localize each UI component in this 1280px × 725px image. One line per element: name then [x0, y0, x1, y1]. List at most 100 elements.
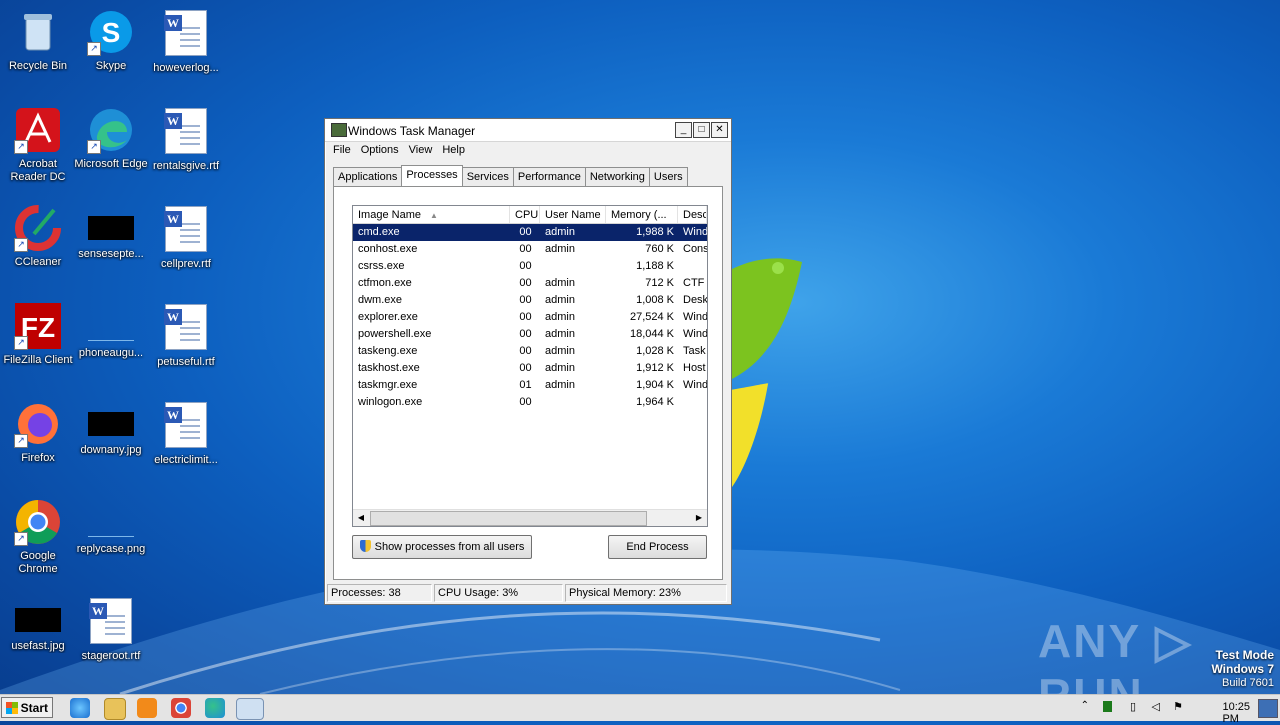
tab-performance[interactable]: Performance: [512, 167, 586, 186]
start-button[interactable]: Start: [1, 697, 53, 718]
process-name-cell: powershell.exe: [358, 328, 432, 340]
memory-cell: 18,044 K: [629, 328, 674, 340]
tray-app-icon[interactable]: [1103, 701, 1112, 712]
build-label: Build 7601: [1222, 677, 1274, 689]
clock[interactable]: 10:25 PM: [1222, 701, 1250, 725]
column-header-cpu[interactable]: CPU: [510, 206, 540, 223]
table-row[interactable]: dwm.exe 00 admin 1,008 K Desk: [353, 292, 707, 309]
maximize-button[interactable]: □: [693, 122, 710, 138]
table-row[interactable]: csrss.exe 00 1,188 K: [353, 258, 707, 275]
column-header-user-name[interactable]: User Name: [540, 206, 606, 223]
tab-services[interactable]: Services: [461, 167, 514, 186]
cpu-cell: 00: [519, 396, 532, 408]
desktop-icon-acrobat[interactable]: ↗ Acrobat Reader DC: [0, 106, 76, 184]
black-thumbnail-icon: [15, 608, 61, 632]
recycle-bin-icon: [24, 14, 52, 51]
column-header-memory[interactable]: Memory (...: [606, 206, 678, 223]
table-row[interactable]: ctfmon.exe 00 admin 712 K CTF I: [353, 275, 707, 292]
memory-cell: 1,904 K: [636, 379, 674, 391]
desktop-icon-label: usefast.jpg: [11, 640, 65, 652]
tab-networking[interactable]: Networking: [584, 167, 650, 186]
media-player-icon[interactable]: [137, 698, 157, 718]
column-header-image-name[interactable]: Image Name ▲: [353, 206, 510, 223]
edge-icon[interactable]: [205, 698, 225, 718]
table-row[interactable]: taskeng.exe 00 admin 1,028 K Task: [353, 343, 707, 360]
table-row[interactable]: conhost.exe 00 admin 760 K Cons: [353, 241, 707, 258]
column-header-description[interactable]: Desc: [678, 206, 707, 223]
table-row[interactable]: explorer.exe 00 admin 27,524 K Wind: [353, 309, 707, 326]
scroll-left-arrow-icon[interactable]: ◀: [353, 510, 369, 526]
tab-processes[interactable]: Processes: [401, 165, 463, 186]
internet-explorer-icon[interactable]: [70, 698, 90, 718]
network-icon[interactable]: ▯: [1130, 700, 1136, 713]
desktop-icon-label: Reader DC: [10, 171, 66, 183]
desktop-icon-chrome[interactable]: ↗ Google Chrome: [0, 498, 76, 576]
desktop-icon-replycase[interactable]: replycase.png: [73, 498, 149, 556]
show-all-users-button[interactable]: Show processes from all users: [352, 535, 532, 559]
chrome-icon[interactable]: [171, 698, 191, 718]
desktop-icon-stageroot[interactable]: W stageroot.rtf: [73, 596, 149, 663]
table-row[interactable]: cmd.exe 00 admin 1,988 K Wind: [353, 224, 707, 241]
tab-strip: Applications Processes Services Performance…: [333, 165, 688, 188]
desktop-icon-sensesepte[interactable]: sensesepte...: [73, 204, 149, 261]
task-manager-icon[interactable]: [236, 698, 264, 720]
desktop-icon-firefox[interactable]: ↗ Firefox: [0, 400, 76, 465]
desktop-icon-skype[interactable]: S ↗ Skype: [73, 8, 149, 73]
word-document-icon: W: [164, 206, 207, 252]
end-process-button[interactable]: End Process: [608, 535, 707, 559]
shortcut-arrow-icon: ↗: [87, 140, 101, 154]
process-list[interactable]: Image Name ▲ CPU User Name Memory (... D…: [352, 205, 708, 527]
test-mode-watermark: Test Mode Windows 7 Build 7601: [1211, 648, 1274, 690]
status-bar: Processes: 38 CPU Usage: 3% Physical Mem…: [327, 584, 729, 602]
desktop-icon-label: Recycle Bin: [8, 60, 68, 72]
desktop-icon-downany[interactable]: downany.jpg: [73, 400, 149, 457]
menu-help[interactable]: Help: [438, 142, 471, 156]
table-row[interactable]: powershell.exe 00 admin 18,044 K Wind: [353, 326, 707, 343]
status-cpu: CPU Usage: 3%: [434, 584, 563, 602]
tab-users[interactable]: Users: [648, 167, 688, 186]
menu-file[interactable]: File: [329, 142, 357, 156]
scrollbar-thumb[interactable]: [370, 511, 647, 526]
desktop-icon-howeverlog[interactable]: W howeverlog...: [148, 8, 224, 75]
desktop-icon-label: CCleaner: [14, 256, 62, 268]
user-name-cell: admin: [545, 379, 575, 391]
taskbar: Start ⌃ ▯ ◁ ⚑ 10:25 PM: [0, 694, 1280, 725]
desktop-icon-usefast[interactable]: usefast.jpg: [0, 596, 76, 653]
show-desktop-icon[interactable]: [1258, 699, 1278, 718]
tab-applications[interactable]: Applications: [333, 167, 403, 186]
table-row[interactable]: taskhost.exe 00 admin 1,912 K Host: [353, 360, 707, 377]
desktop-icon-edge[interactable]: ↗ Microsoft Edge: [73, 106, 149, 171]
table-row[interactable]: taskmgr.exe 01 admin 1,904 K Wind: [353, 377, 707, 394]
svg-text:S: S: [102, 17, 121, 48]
memory-cell: 1,028 K: [636, 345, 674, 357]
description-cell: Task: [683, 345, 706, 357]
action-center-flag-icon[interactable]: ⚑: [1173, 700, 1183, 713]
desktop-icon-phoneaugu[interactable]: phoneaugu...: [73, 302, 149, 360]
user-name-cell: admin: [545, 226, 575, 238]
minimize-button[interactable]: _: [675, 122, 692, 138]
scroll-right-arrow-icon[interactable]: ▶: [691, 510, 707, 526]
close-button[interactable]: ✕: [711, 122, 728, 138]
show-hidden-icons-icon[interactable]: ⌃: [1081, 700, 1089, 711]
desktop-icon-rentalsgive[interactable]: W rentalsgive.rtf: [148, 106, 224, 173]
desktop-icon-ccleaner[interactable]: ↗ CCleaner: [0, 204, 76, 269]
desktop-icon-label: downany.jpg: [80, 444, 142, 456]
task-manager-window[interactable]: Windows Task Manager _ □ ✕ File Options View…: [324, 118, 732, 605]
menu-options[interactable]: Options: [357, 142, 405, 156]
desktop-icon-cellprev[interactable]: W cellprev.rtf: [148, 204, 224, 271]
process-name-cell: taskmgr.exe: [358, 379, 418, 391]
cpu-cell: 01: [519, 379, 532, 391]
volume-icon[interactable]: ◁: [1152, 700, 1160, 713]
shortcut-arrow-icon: ↗: [14, 532, 28, 546]
cpu-cell: 00: [519, 226, 532, 238]
title-bar[interactable]: Windows Task Manager _ □ ✕: [325, 119, 731, 142]
desktop-icon-electriclimit[interactable]: W electriclimit...: [148, 400, 224, 467]
desktop-icon-recycle-bin[interactable]: Recycle Bin: [0, 8, 76, 73]
horizontal-scrollbar[interactable]: ◀ ▶: [353, 509, 707, 526]
menu-view[interactable]: View: [405, 142, 439, 156]
desktop-icon-filezilla[interactable]: FZ ↗ FileZilla Client: [0, 302, 76, 367]
cpu-cell: 00: [519, 294, 532, 306]
desktop-icon-petuseful[interactable]: W petuseful.rtf: [148, 302, 224, 369]
explorer-folder-icon[interactable]: [104, 698, 126, 720]
table-row[interactable]: winlogon.exe 00 1,964 K: [353, 394, 707, 411]
